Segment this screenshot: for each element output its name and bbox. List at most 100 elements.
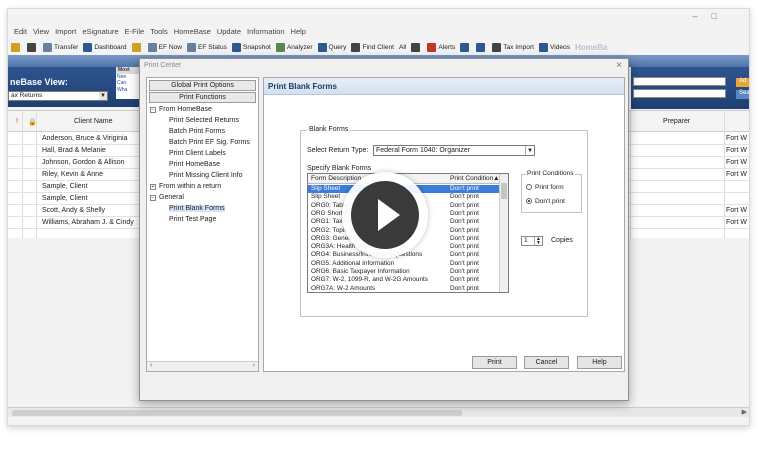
add-button[interactable]: Ad (736, 78, 749, 87)
form-print-condition: Don't print (450, 185, 479, 192)
print-functions-button[interactable]: Print Functions (149, 92, 256, 103)
print-icon[interactable] (27, 42, 38, 52)
menu-esignature[interactable]: eSignature (82, 27, 118, 39)
radio-selected-icon (526, 198, 532, 204)
cancel-button[interactable]: Cancel (524, 356, 569, 369)
return-type-select[interactable]: Federal Form 1040: Organizer ▼ (373, 145, 535, 156)
tree-item[interactable]: Print HomeBase (169, 161, 220, 168)
tree-item[interactable]: Print Missing Client Info (169, 172, 243, 179)
form-print-condition: Don't print (450, 193, 479, 201)
menu-update[interactable]: Update (217, 27, 241, 39)
tree-item[interactable]: Batch Print Forms (169, 128, 225, 135)
form-print-condition: Don't print (450, 218, 479, 226)
menu-information[interactable]: Information (247, 27, 285, 39)
window-controls[interactable]: –□ (693, 11, 731, 21)
toolbar-snapshot[interactable]: Snapshot (231, 42, 271, 52)
videos-icon (538, 42, 548, 52)
forms-scroll-thumb[interactable] (501, 183, 507, 199)
col-print-condition[interactable]: Print Condition (450, 175, 493, 182)
scroll-thumb[interactable] (12, 410, 462, 416)
toolbar-alerts[interactable]: Alerts (427, 42, 455, 52)
toolbar-transfer[interactable]: Transfer (43, 42, 78, 52)
toolbar-tax-import[interactable]: Tax Import (492, 42, 534, 52)
form-print-condition: Don't print (450, 243, 479, 251)
print-button[interactable]: Print (472, 356, 517, 369)
search-button[interactable]: Sear (736, 90, 749, 99)
menu-import[interactable]: Import (55, 27, 76, 39)
view-select[interactable]: ax Returns ▼ (8, 91, 108, 101)
tree-item[interactable]: + From within a return (150, 183, 221, 190)
client-name-cell: Sample, Client (42, 195, 88, 202)
specify-forms-label: Specify Blank Forms (307, 165, 372, 172)
tree-item[interactable]: Batch Print EF Sig. Forms (169, 139, 250, 146)
toolbar-ef-status[interactable]: EF Status (187, 42, 227, 52)
transfer-icon (43, 42, 52, 52)
open-icon[interactable] (11, 42, 22, 52)
tree-item[interactable]: Print Client Labels (169, 150, 226, 157)
tree-item[interactable]: Print Blank Forms (169, 205, 225, 212)
list-item[interactable]: ORG5: Additional Information Don't print (308, 260, 500, 268)
menu-homebase[interactable]: HomeBase (174, 27, 211, 39)
horizontal-scrollbar[interactable]: ▶ (8, 407, 749, 417)
globe-icon[interactable] (460, 42, 471, 52)
chevron-down-icon[interactable]: ▼ (525, 146, 534, 155)
scroll-right-icon[interactable]: ▶ (742, 408, 747, 416)
toolbar-videos[interactable]: Videos (538, 42, 570, 52)
expander-icon[interactable]: − (150, 107, 156, 113)
toolbar-query[interactable]: Query (317, 42, 346, 52)
tree-item[interactable]: − From HomeBase (150, 106, 212, 113)
expander-icon[interactable]: + (150, 184, 156, 190)
col-client-name[interactable]: Client Name (74, 118, 113, 125)
scroll-right-icon[interactable]: › (253, 362, 255, 369)
toolbar-ef-now[interactable]: EF Now (147, 42, 182, 52)
radio-dont-print[interactable]: Don't print (526, 198, 565, 205)
form-print-condition: Don't print (450, 209, 479, 217)
menu-help[interactable]: Help (291, 27, 306, 39)
menu-efile[interactable]: E-File (125, 27, 145, 39)
location-cell: Fort W (726, 159, 747, 166)
list-item[interactable]: ORG7A: W-2 Amounts Don't print (308, 284, 500, 292)
print-conditions-group: Print Conditions Print form Don't print (521, 170, 582, 213)
dialog-title: Print Center (144, 62, 182, 69)
list-item[interactable]: ORG6: Basic Taxpayer Information Don't pr… (308, 268, 500, 276)
toolbar-dashboard[interactable]: Dashboard (83, 42, 127, 52)
expander-icon[interactable]: − (150, 195, 156, 201)
forms-list-scrollbar[interactable] (499, 174, 508, 292)
col-preparer[interactable]: Preparer (663, 118, 690, 125)
help-button[interactable]: Help (577, 356, 622, 369)
client-name-cell: Johnson, Gordon & Allison (42, 159, 125, 166)
video-play-button[interactable] (342, 172, 428, 258)
menu-edit[interactable]: Edit (14, 27, 27, 39)
chevron-down-icon[interactable]: ▼ (99, 92, 107, 100)
home-icon[interactable] (131, 42, 143, 52)
copies-stepper[interactable]: 1 ▲ ▼ (521, 236, 543, 246)
form-print-condition: Don't print (450, 284, 479, 292)
form-print-condition: Don't print (450, 201, 479, 209)
col-form-description[interactable]: Form Description (311, 175, 361, 182)
list-item[interactable]: ORG7: W-2, 1099-R, and W-2G Amounts Don't… (308, 276, 500, 284)
stepper-icon[interactable]: ▲ ▼ (534, 237, 542, 246)
panel-title: Print Blank Forms (268, 82, 337, 91)
scroll-left-icon[interactable]: ‹ (150, 362, 152, 369)
tree-item[interactable]: Print Selected Returns (169, 117, 239, 124)
toolbar-analyzer[interactable]: Analyzer (275, 42, 313, 52)
menu-view[interactable]: View (33, 27, 49, 39)
close-icon[interactable]: × (616, 60, 622, 71)
search-input[interactable] (633, 77, 726, 86)
brand-title: HomeBa (575, 42, 608, 52)
query-icon (317, 42, 327, 52)
radio-print-form[interactable]: Print form (526, 184, 564, 191)
toolbar-all[interactable]: All (399, 44, 406, 51)
menu-tools[interactable]: Tools (150, 27, 168, 39)
global-print-options-button[interactable]: Global Print Options (149, 80, 256, 91)
tree-item[interactable]: − General (150, 194, 184, 201)
copies-label: Copies (551, 237, 573, 244)
form-description: ORG7: W-2, 1099-R, and W-2G Amounts (311, 276, 428, 284)
book-icon[interactable] (476, 42, 487, 52)
tools-icon[interactable] (411, 42, 422, 52)
form-description: ORG6: Basic Taxpayer Information (311, 268, 410, 275)
toolbar-find-client[interactable]: Find Client (351, 42, 394, 52)
left-scrollbar[interactable]: ‹ › (147, 361, 258, 371)
search-input-2[interactable] (633, 89, 726, 98)
tree-item[interactable]: Print Test Page (169, 216, 216, 223)
